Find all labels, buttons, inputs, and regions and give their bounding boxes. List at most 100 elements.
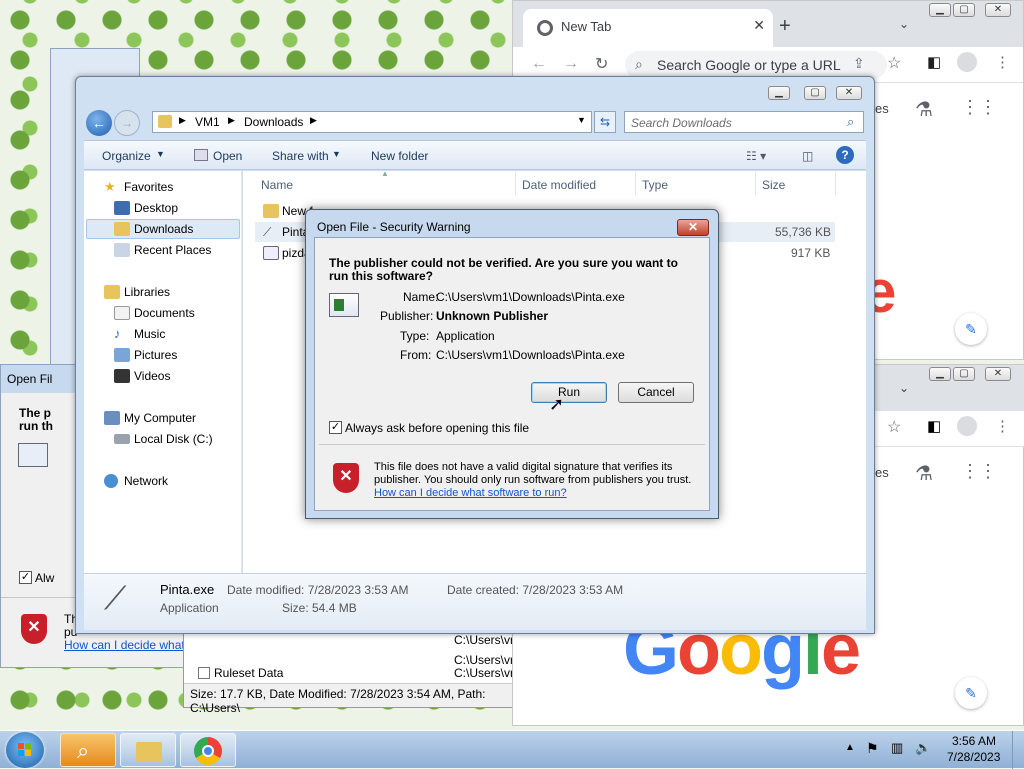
breadcrumb-vm1[interactable]: VM1: [195, 115, 220, 129]
omnibox-placeholder: Search Google or type a URL: [657, 57, 841, 73]
clock-time[interactable]: 3:56 AM: [952, 734, 996, 748]
apps-grid-icon[interactable]: ⋮⋮: [961, 97, 997, 118]
chrome-tab[interactable]: New Tab ✕: [523, 9, 773, 47]
close-window-button[interactable]: ✕: [836, 86, 862, 100]
nav-libraries[interactable]: Libraries: [124, 285, 170, 299]
start-button[interactable]: [6, 732, 44, 768]
column-date-modified[interactable]: Date modified: [522, 178, 596, 192]
libraries-icon: [104, 285, 120, 299]
minimize-button[interactable]: ▁: [929, 367, 951, 381]
breadcrumb-downloads[interactable]: Downloads: [244, 115, 303, 129]
left-dialog-shield-icon: ✕: [21, 614, 47, 644]
back-icon[interactable]: ←: [531, 55, 547, 73]
views-icon[interactable]: ☷ ▾: [746, 149, 766, 163]
maximize-button[interactable]: ▢: [953, 3, 975, 17]
nav-pictures[interactable]: Pictures: [134, 348, 177, 362]
computer-icon: [104, 411, 120, 425]
close-window-button[interactable]: ✕: [985, 367, 1011, 381]
column-size[interactable]: Size: [762, 178, 785, 192]
left-dialog-line2: run th: [19, 419, 53, 433]
warning-text: This file does not have a valid digital …: [374, 461, 692, 486]
maximize-button[interactable]: ▢: [953, 367, 975, 381]
menu-icon[interactable]: ⋮: [995, 53, 1010, 71]
back-button[interactable]: ←: [86, 110, 112, 136]
help-icon[interactable]: ?: [836, 146, 854, 164]
nav-downloads[interactable]: Downloads: [134, 222, 193, 236]
always-ask-label: Always ask before opening this file: [345, 421, 530, 435]
show-desktop-button[interactable]: [1012, 731, 1024, 769]
nav-local-disk[interactable]: Local Disk (C:): [134, 432, 213, 446]
tray-expand-icon[interactable]: ▲: [845, 742, 855, 753]
column-type[interactable]: Type: [642, 178, 668, 192]
share-with-button[interactable]: Share with: [272, 149, 329, 163]
taskbar-chrome[interactable]: [180, 733, 236, 767]
labs-icon[interactable]: ⚗: [915, 461, 933, 486]
close-tab-icon[interactable]: ✕: [753, 17, 765, 34]
reload-icon[interactable]: ↻: [595, 54, 608, 74]
field-value-from: C:\Users\vm1\Downloads\Pinta.exe: [436, 348, 625, 362]
open-button[interactable]: Open: [213, 149, 242, 163]
taskbar-search-app[interactable]: ⌕: [60, 733, 116, 767]
menu-icon[interactable]: ⋮: [995, 417, 1010, 435]
address-dropdown-icon[interactable]: ▼: [577, 115, 586, 125]
profile-icon[interactable]: [957, 416, 977, 436]
chevron-down-icon[interactable]: ⌄: [899, 17, 909, 31]
nav-network[interactable]: Network: [124, 474, 168, 488]
organize-dropdown-icon: ▼: [156, 149, 165, 159]
minimize-button[interactable]: ▁: [768, 86, 790, 100]
bookmark-star-icon[interactable]: ☆: [887, 53, 901, 73]
tray-network-icon[interactable]: ▥: [891, 740, 903, 756]
clock-date[interactable]: 7/28/2023: [947, 750, 1000, 764]
forward-button[interactable]: →: [114, 110, 140, 136]
help-link[interactable]: How can I decide what software to run?: [374, 487, 567, 499]
customize-pencil-icon[interactable]: ✎: [955, 313, 987, 345]
run-button[interactable]: Run: [531, 382, 607, 403]
always-ask-checkbox[interactable]: ✓: [329, 421, 342, 434]
list-row-path: C:\Users\vr: [454, 633, 514, 647]
nav-recent-places[interactable]: Recent Places: [134, 243, 211, 257]
apps-grid-icon[interactable]: ⋮⋮: [961, 461, 997, 482]
nav-favorites[interactable]: Favorites: [124, 180, 173, 194]
details-pane: ⟋ Pinta.exe Application Date modified: 7…: [84, 573, 866, 630]
close-window-button[interactable]: ✕: [985, 3, 1011, 17]
share-icon[interactable]: ⇪: [853, 55, 865, 72]
cancel-button[interactable]: Cancel: [618, 382, 694, 403]
address-bar[interactable]: ▶ VM1 ▶ Downloads ▶ ▼: [152, 111, 592, 133]
left-dialog-line1: The p: [19, 406, 51, 420]
tray-volume-icon[interactable]: 🔈: [915, 740, 931, 756]
field-value-type: Application: [436, 329, 495, 343]
dialog-close-button[interactable]: ✕: [677, 219, 709, 236]
tray-flag-icon[interactable]: ⚑: [866, 740, 879, 757]
new-folder-button[interactable]: New folder: [371, 149, 428, 163]
labs-icon[interactable]: ⚗: [915, 97, 933, 122]
taskbar-explorer[interactable]: [120, 733, 176, 767]
customize-pencil-icon[interactable]: ✎: [955, 677, 987, 709]
chevron-down-icon[interactable]: ⌄: [899, 381, 909, 395]
preview-pane-icon[interactable]: ◫: [802, 149, 813, 163]
app-icon: [329, 293, 359, 317]
forward-icon[interactable]: →: [563, 55, 579, 73]
search-downloads-input[interactable]: Search Downloads ⌕: [624, 111, 864, 133]
breadcrumb-sep: ▶: [310, 115, 317, 125]
maximize-button[interactable]: ▢: [804, 86, 826, 100]
nav-my-computer[interactable]: My Computer: [124, 411, 196, 425]
sort-arrow-icon: ▲: [381, 169, 389, 178]
left-dialog-checkbox[interactable]: ✓: [19, 571, 32, 584]
minimize-button[interactable]: ▁: [929, 3, 951, 17]
nav-videos[interactable]: Videos: [134, 369, 170, 383]
side-panel-icon[interactable]: ◧: [927, 417, 941, 435]
omnibox[interactable]: ⌕ Search Google or type a URL: [625, 51, 887, 79]
bookmark-star-icon[interactable]: ☆: [887, 417, 901, 437]
nav-music[interactable]: Music: [134, 327, 165, 341]
new-tab-icon[interactable]: +: [779, 15, 791, 38]
list-row-path: C:\Users\vr: [454, 666, 514, 680]
nav-documents[interactable]: Documents: [134, 306, 195, 320]
nav-desktop[interactable]: Desktop: [134, 201, 178, 215]
side-panel-icon[interactable]: ◧: [927, 53, 941, 71]
column-name[interactable]: Name: [261, 178, 293, 192]
profile-icon[interactable]: [957, 52, 977, 72]
refresh-button[interactable]: ⇆: [594, 111, 616, 133]
list-row-checkbox[interactable]: [198, 667, 210, 679]
organize-button[interactable]: Organize: [102, 149, 151, 163]
chrome-side-text: es: [875, 465, 889, 480]
